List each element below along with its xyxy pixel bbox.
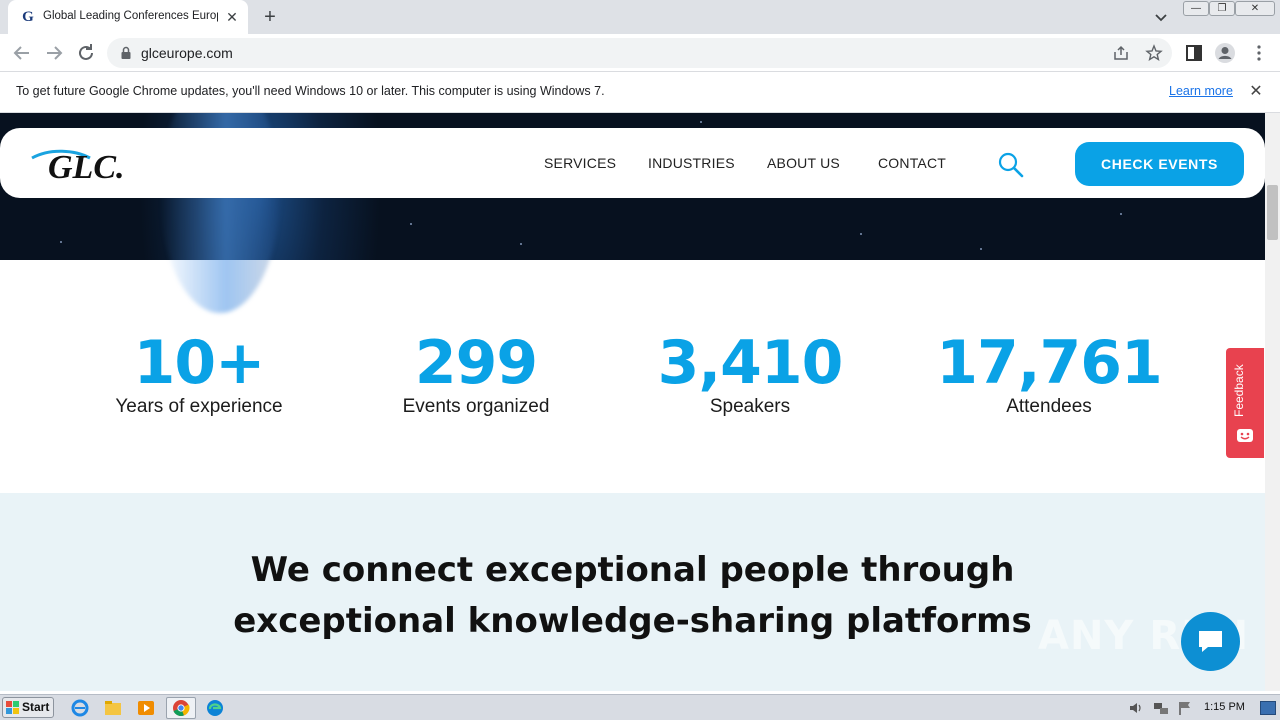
search-icon[interactable] <box>997 151 1025 179</box>
network-icon[interactable] <box>1153 700 1169 716</box>
feedback-label: Feedback <box>1232 364 1246 418</box>
profile-avatar-icon[interactable] <box>1214 42 1236 64</box>
feedback-smile-icon <box>1237 429 1253 442</box>
stat-label: Events organized <box>402 396 550 417</box>
stat-label: Years of experience <box>115 396 283 417</box>
browser-toolbar: glceurope.com <box>0 34 1280 72</box>
stat-value: 299 <box>414 328 538 398</box>
page-viewport: GLC. SERVICES INDUSTRIES ABOUT US CONTAC… <box>0 113 1265 691</box>
favicon-icon: G <box>22 9 34 25</box>
site-header: GLC. SERVICES INDUSTRIES ABOUT US CONTAC… <box>0 128 1265 198</box>
glc-logo[interactable]: GLC. <box>30 144 155 184</box>
share-icon[interactable] <box>1112 44 1130 62</box>
stat-years: 10+ Years of experience <box>69 328 329 418</box>
address-bar[interactable]: glceurope.com <box>107 38 1172 68</box>
internet-explorer-icon[interactable] <box>70 698 90 718</box>
chrome-taskbar-button[interactable] <box>166 697 196 719</box>
minimize-button[interactable]: — <box>1183 1 1209 16</box>
scrollbar-thumb[interactable] <box>1267 185 1278 240</box>
mission-section: We connect exceptional people through ex… <box>0 493 1265 691</box>
browser-tab[interactable]: G Global Leading Conferences Europe ✕ <box>8 0 248 34</box>
page-scrollbar[interactable] <box>1265 113 1280 691</box>
tab-close-icon[interactable]: ✕ <box>224 9 240 25</box>
nav-industries[interactable]: INDUSTRIES <box>648 155 735 171</box>
lock-icon[interactable] <box>119 46 133 60</box>
chat-bubble-button[interactable] <box>1181 612 1240 671</box>
chrome-icon <box>173 700 190 717</box>
nav-contact[interactable]: CONTACT <box>878 155 946 171</box>
stat-events: 299 Events organized <box>346 328 606 418</box>
start-button[interactable]: Start <box>2 697 54 718</box>
mission-headline: We connect exceptional people through ex… <box>190 545 1075 647</box>
nav-about-us[interactable]: ABOUT US <box>767 155 840 171</box>
action-center-flag-icon[interactable] <box>1177 700 1193 716</box>
window-close-button[interactable]: ✕ <box>1235 1 1275 16</box>
stat-value: 3,410 <box>657 328 844 398</box>
windows-flag-icon <box>6 701 19 714</box>
stat-value: 17,761 <box>936 328 1163 398</box>
nav-services[interactable]: SERVICES <box>544 155 616 171</box>
side-panel-icon[interactable] <box>1183 42 1205 64</box>
info-bar-close-icon[interactable]: ✕ <box>1248 84 1264 100</box>
url-text[interactable]: glceurope.com <box>141 45 233 61</box>
restore-button[interactable]: ❐ <box>1209 1 1235 16</box>
svg-text:GLC.: GLC. <box>48 149 125 184</box>
headline-line-1: We connect exceptional people through <box>250 550 1015 590</box>
stat-value: 10+ <box>133 328 266 398</box>
check-events-button[interactable]: CHECK EVENTS <box>1075 142 1244 186</box>
media-player-icon[interactable] <box>136 698 156 718</box>
tab-title: Global Leading Conferences Europe <box>43 10 218 22</box>
chat-icon <box>1199 631 1222 652</box>
taskbar-clock[interactable]: 1:15 PM <box>1204 701 1245 713</box>
learn-more-link[interactable]: Learn more <box>1169 84 1233 98</box>
forward-icon[interactable] <box>42 41 66 65</box>
reload-icon[interactable] <box>74 41 98 65</box>
start-label: Start <box>22 700 50 714</box>
show-desktop-button[interactable] <box>1260 701 1276 715</box>
feedback-tab[interactable]: Feedback <box>1226 348 1264 458</box>
new-tab-button[interactable]: + <box>258 6 282 28</box>
menu-kebab-icon[interactable] <box>1248 42 1270 64</box>
windows-taskbar: Start 1:15 PM <box>0 694 1280 720</box>
stat-label: Attendees <box>1006 396 1092 417</box>
file-explorer-icon[interactable] <box>103 698 123 718</box>
tab-search-chevron-icon[interactable] <box>1152 8 1170 26</box>
volume-icon[interactable] <box>1128 700 1144 716</box>
stat-label: Speakers <box>709 396 791 417</box>
update-info-bar: To get future Google Chrome updates, you… <box>0 72 1280 113</box>
stat-speakers: 3,410 Speakers <box>620 328 880 418</box>
stat-attendees: 17,761 Attendees <box>919 328 1179 418</box>
tab-strip: G Global Leading Conferences Europe ✕ + … <box>0 0 1280 34</box>
headline-line-2: exceptional knowledge-sharing platforms <box>233 601 1032 641</box>
back-icon[interactable] <box>10 41 34 65</box>
edge-icon[interactable] <box>205 698 225 718</box>
bookmark-star-icon[interactable] <box>1145 44 1163 62</box>
info-bar-message: To get future Google Chrome updates, you… <box>16 84 605 98</box>
